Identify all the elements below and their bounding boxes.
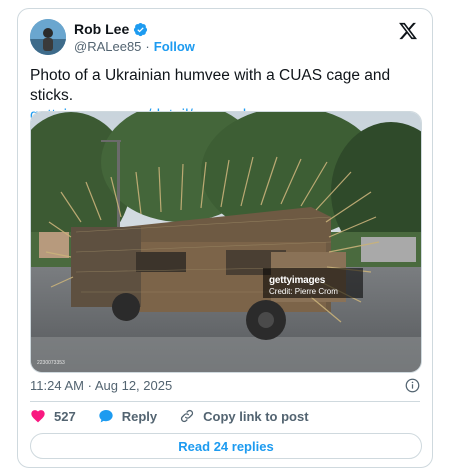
read-replies-button[interactable]: Read 24 replies: [30, 433, 422, 459]
reply-label: Reply: [121, 408, 158, 424]
credit-text: Credit: Pierre Crom: [269, 287, 338, 296]
divider: [30, 401, 420, 402]
handle-row: @RALee85 · Follow: [74, 39, 195, 54]
image-id: 2230073353: [37, 360, 65, 366]
verified-badge-icon: [134, 22, 148, 36]
timestamp[interactable]: 11:24 AM · Aug 12, 2025: [30, 378, 172, 393]
action-bar: 527 Reply Copy link to post: [30, 408, 331, 424]
copy-link-button[interactable]: Copy link to post: [179, 408, 309, 424]
handle-separator: ·: [145, 39, 150, 54]
humvee-photo: [31, 112, 421, 372]
x-logo-icon[interactable]: [398, 21, 418, 41]
follow-button[interactable]: Follow: [154, 39, 195, 54]
tweet-card: Rob Lee @RALee85 · Follow Photo of a Ukr…: [17, 8, 433, 468]
getty-watermark: gettyimages: [269, 275, 326, 286]
copy-link-label: Copy link to post: [203, 408, 309, 424]
tweet-body: Photo of a Ukrainian humvee with a CUAS …: [30, 67, 391, 104]
reply-button[interactable]: Reply: [98, 408, 157, 424]
reply-bubble-icon: [99, 410, 113, 423]
photo-credit: gettyimages Credit: Pierre Crom: [269, 275, 338, 297]
avatar-image: [30, 19, 66, 55]
tweet-photo[interactable]: gettyimages Credit: Pierre Crom 22300733…: [30, 111, 422, 373]
avatar[interactable]: [30, 19, 66, 55]
like-button[interactable]: 527: [30, 408, 76, 424]
tweet-date: Aug 12, 2025: [94, 378, 173, 393]
author-handle[interactable]: @RALee85: [74, 39, 141, 54]
info-icon[interactable]: [405, 378, 420, 393]
author-name-row: Rob Lee: [74, 21, 148, 37]
heart-icon: [31, 410, 45, 423]
meta-separator: ·: [87, 378, 92, 393]
like-count: 527: [54, 408, 76, 424]
link-icon: [181, 409, 194, 423]
tweet-time: 11:24 AM: [30, 378, 84, 393]
author-name[interactable]: Rob Lee: [74, 21, 129, 37]
